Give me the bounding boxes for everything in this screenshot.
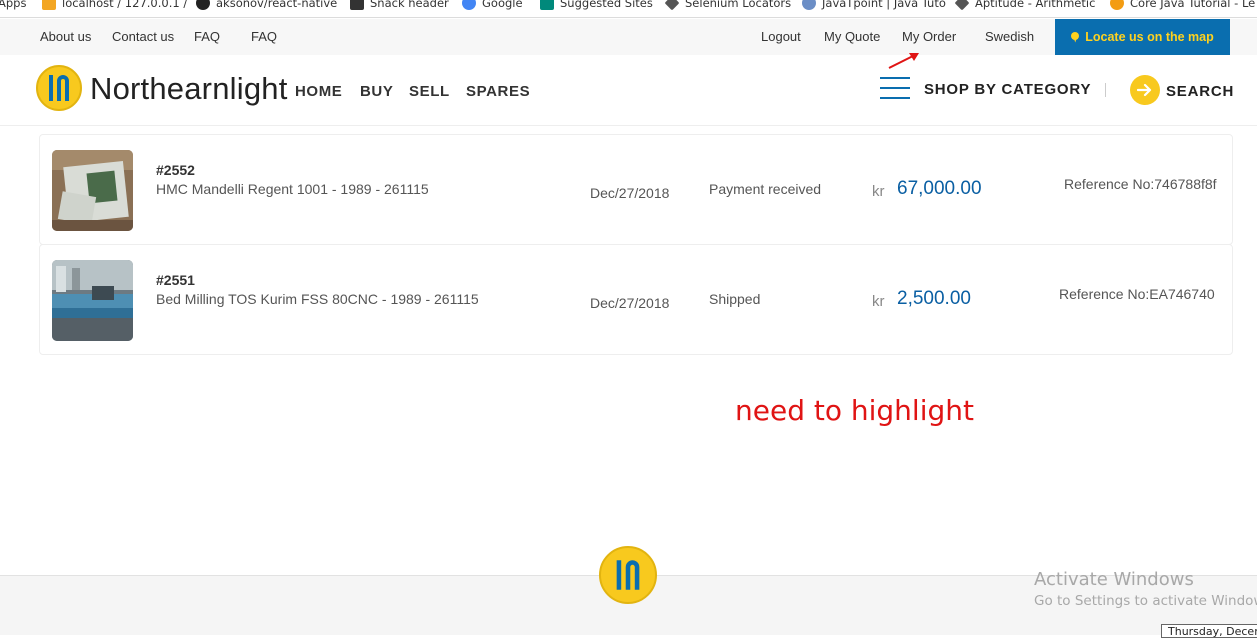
bookmark-corejava[interactable]: Core Java Tutorial - Le — [1110, 0, 1255, 12]
bookmark-label: Core Java Tutorial - Le — [1130, 0, 1256, 10]
order-row[interactable]: #2551 Bed Milling TOS Kurim FSS 80CNC - … — [39, 244, 1233, 355]
github-icon — [196, 0, 210, 10]
header-divider — [1105, 83, 1106, 97]
map-pin-icon — [1071, 31, 1080, 43]
order-currency: kr — [872, 293, 885, 310]
order-product-name[interactable]: HMC Mandelli Regent 1001 - 1989 - 261115 — [156, 181, 429, 197]
bookmark-suggested[interactable]: Suggested Sites — [540, 0, 653, 12]
windows-activation-watermark: Activate Windows Go to Settings to activ… — [1034, 569, 1257, 609]
logout-link[interactable]: Logout — [761, 29, 801, 44]
nav-home[interactable]: HOME — [295, 83, 342, 100]
bookmarks-bar: Apps localhost / 127.0.0.1 / aksonov/rea… — [0, 0, 1257, 18]
order-number: #2552 — [156, 162, 195, 178]
bookmark-label: Selenium Locators — [685, 0, 792, 10]
bookmark-snack[interactable]: Snack header — [350, 0, 449, 12]
order-status: Shipped — [709, 291, 761, 307]
bookmark-label: Google — [482, 0, 523, 10]
my-quote-link[interactable]: My Quote — [824, 29, 880, 44]
bookmark-label: localhost / 127.0.0.1 / — [62, 0, 188, 10]
bookmark-google[interactable]: Google — [462, 0, 523, 12]
shop-by-category-button[interactable]: SHOP BY CATEGORY — [924, 81, 1091, 98]
site-header: Northearnlight HOME BUY SELL SPARES SHOP… — [0, 55, 1257, 126]
product-thumbnail[interactable] — [52, 260, 133, 341]
bookmark-label: Aptitude - Arithmetic — [975, 0, 1096, 10]
brand-logo-icon[interactable] — [36, 65, 82, 111]
brand-name[interactable]: Northearnlight — [90, 71, 288, 107]
order-row[interactable]: #2552 HMC Mandelli Regent 1001 - 1989 - … — [39, 134, 1233, 245]
annotation-note: need to highlight — [735, 394, 974, 427]
bookmark-selenium[interactable]: Selenium Locators — [664, 0, 792, 12]
contact-us-link[interactable]: Contact us — [112, 29, 174, 44]
bookmark-javatpoint[interactable]: JavaTpoint | Java Tuto — [802, 0, 946, 12]
taskbar-date-tooltip: Thursday, December — [1161, 624, 1257, 638]
annotation-arrow-icon — [888, 53, 919, 69]
fire-icon — [1110, 0, 1124, 10]
bookmark-apps[interactable]: Apps — [0, 0, 26, 12]
order-amount: 67,000.00 — [897, 178, 982, 199]
bookmark-label: Snack header — [370, 0, 449, 10]
product-thumbnail[interactable] — [52, 150, 133, 231]
order-reference: Reference No:EA746740 — [1059, 286, 1215, 302]
order-product-name[interactable]: Bed Milling TOS Kurim FSS 80CNC - 1989 -… — [156, 291, 479, 307]
nav-buy[interactable]: BUY — [360, 83, 393, 100]
bookmark-aptitude[interactable]: Aptitude - Arithmetic — [954, 0, 1096, 12]
phpmyadmin-icon — [42, 0, 56, 10]
bookmark-github[interactable]: aksonov/react-native — [196, 0, 337, 12]
activate-subtitle: Go to Settings to activate Windows. — [1034, 593, 1257, 609]
activate-title: Activate Windows — [1034, 569, 1194, 590]
bookmark-label: Apps — [0, 0, 27, 10]
faq-link-secondary[interactable]: FAQ — [251, 29, 277, 44]
search-button[interactable]: SEARCH — [1166, 83, 1234, 100]
order-number: #2551 — [156, 272, 195, 288]
order-currency: kr — [872, 183, 885, 200]
top-utility-bar: About us Contact us FAQ FAQ Logout My Qu… — [0, 19, 1257, 55]
hamburger-menu-icon[interactable] — [880, 77, 910, 99]
order-amount: 2,500.00 — [897, 288, 971, 309]
bookmark-label: aksonov/react-native — [216, 0, 338, 10]
bookmark-label: JavaTpoint | Java Tuto — [822, 0, 946, 10]
order-reference: Reference No:746788f8f — [1064, 176, 1217, 192]
faq-link[interactable]: FAQ — [194, 29, 220, 44]
diamond-icon — [954, 0, 970, 11]
arrow-right-icon[interactable] — [1130, 75, 1160, 105]
javatpoint-icon — [802, 0, 816, 10]
about-us-link[interactable]: About us — [40, 29, 91, 44]
bookmark-label: Suggested Sites — [560, 0, 653, 10]
diamond-icon — [664, 0, 680, 11]
language-switch[interactable]: Swedish — [985, 29, 1034, 44]
locate-map-button[interactable]: Locate us on the map — [1055, 19, 1230, 55]
locate-map-label: Locate us on the map — [1085, 30, 1214, 44]
nav-spares[interactable]: SPARES — [466, 83, 530, 100]
order-date: Dec/27/2018 — [590, 185, 670, 201]
my-order-link[interactable]: My Order — [902, 29, 956, 44]
order-date: Dec/27/2018 — [590, 295, 670, 311]
google-icon — [462, 0, 476, 10]
bing-icon — [540, 0, 554, 10]
nav-sell[interactable]: SELL — [409, 83, 450, 100]
bookmark-phpmyadmin[interactable]: localhost / 127.0.0.1 / — [42, 0, 187, 12]
snack-icon — [350, 0, 364, 10]
order-status: Payment received — [709, 181, 822, 197]
footer-logo-icon[interactable] — [599, 546, 657, 604]
